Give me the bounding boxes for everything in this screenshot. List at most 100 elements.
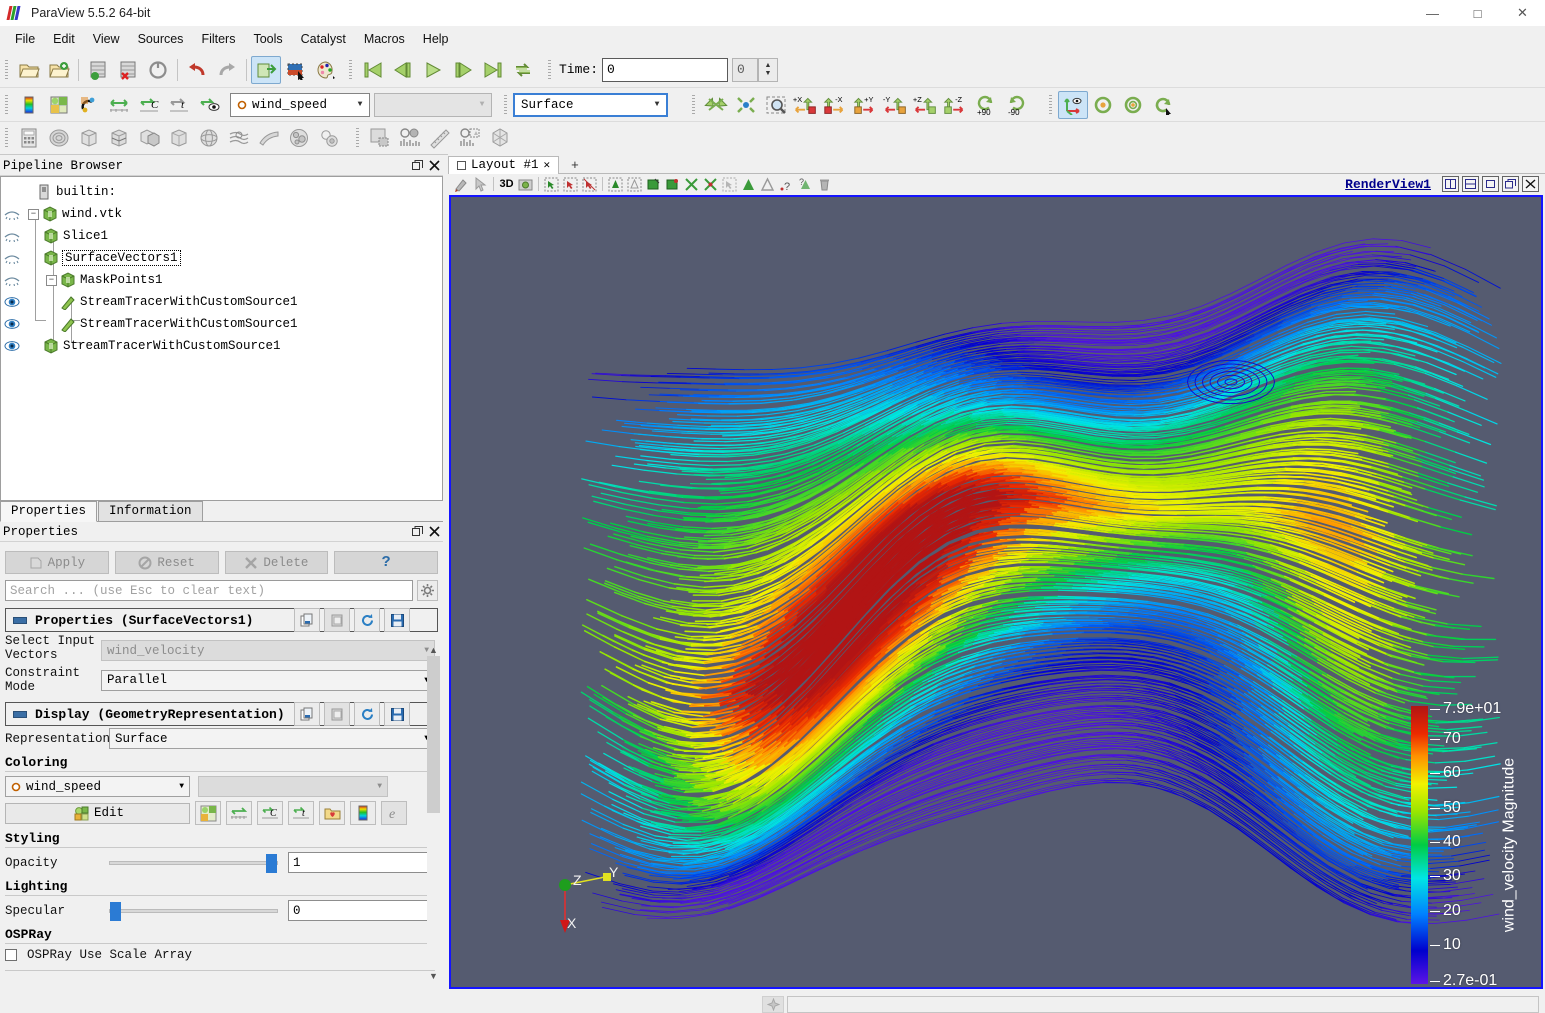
first-frame-button[interactable] bbox=[358, 56, 388, 84]
list-item[interactable]: StreamTracerWithCustomSource1 bbox=[1, 313, 442, 335]
scroll-down-icon[interactable]: ▼ bbox=[427, 969, 440, 982]
scroll-up-icon[interactable]: ▲ bbox=[427, 643, 440, 656]
filters-toolbar-grip[interactable] bbox=[3, 126, 11, 150]
close-button[interactable]: ✕ bbox=[1500, 0, 1545, 26]
split-horizontal-button[interactable] bbox=[1442, 176, 1459, 192]
set-view-minus-y-button[interactable]: -Y bbox=[881, 91, 911, 119]
extract-level-button[interactable] bbox=[314, 124, 344, 152]
plot-selection-button[interactable] bbox=[455, 124, 485, 152]
time-index-stepper[interactable]: ▲▼ bbox=[758, 58, 778, 82]
interactive-select-points-button[interactable] bbox=[701, 175, 720, 193]
copy-display-button[interactable] bbox=[294, 702, 320, 726]
hover-cells-button[interactable] bbox=[739, 175, 758, 193]
help-button[interactable]: ? bbox=[334, 551, 438, 574]
clip-filter-button[interactable] bbox=[74, 124, 104, 152]
reset-session-button[interactable] bbox=[143, 56, 173, 84]
plot-over-line-button[interactable] bbox=[425, 124, 455, 152]
scrollbar-thumb[interactable] bbox=[427, 656, 440, 813]
select-cells-surface-button[interactable] bbox=[542, 175, 561, 193]
show-center-axes-button[interactable] bbox=[1058, 91, 1088, 119]
choose-preset-button[interactable] bbox=[319, 801, 345, 825]
tab-properties[interactable]: Properties bbox=[0, 501, 97, 522]
trash-icon[interactable] bbox=[815, 175, 834, 193]
stream-tracer-button[interactable] bbox=[224, 124, 254, 152]
next-frame-button[interactable] bbox=[448, 56, 478, 84]
select-points-polygon-button[interactable] bbox=[663, 175, 682, 193]
visibility-toggle[interactable] bbox=[1, 247, 23, 269]
edit-color-map-button[interactable]: Edit bbox=[5, 803, 190, 824]
menu-sources[interactable]: Sources bbox=[129, 29, 193, 49]
reset-button[interactable]: Reset bbox=[115, 551, 219, 574]
edit-scalar-bar-button[interactable]: e bbox=[381, 801, 407, 825]
constraint-mode-combo[interactable]: Parallel ▼ bbox=[101, 670, 435, 691]
reset-center-button[interactable] bbox=[1088, 91, 1118, 119]
redo-button[interactable] bbox=[212, 56, 242, 84]
color-legend[interactable]: 7.9e+01 70 60 50 40 30 20 10 2.7e-01 win… bbox=[1411, 706, 1505, 984]
close-icon[interactable]: ✕ bbox=[544, 158, 551, 172]
ospray-scale-array-checkbox[interactable] bbox=[5, 949, 17, 961]
vcr-toolbar-grip[interactable] bbox=[347, 58, 355, 82]
threshold-filter-button[interactable] bbox=[134, 124, 164, 152]
visibility-toggle[interactable] bbox=[1, 203, 23, 225]
copy-properties-button[interactable] bbox=[294, 608, 320, 632]
visibility-toggle[interactable] bbox=[1, 313, 23, 335]
specular-slider[interactable] bbox=[109, 909, 278, 913]
loop-button[interactable] bbox=[508, 56, 538, 84]
new-layout-button[interactable] bbox=[365, 124, 395, 152]
representation-combo[interactable]: Surface ▼ bbox=[513, 93, 668, 117]
render-view[interactable]: 7.9e+01 70 60 50 40 30 20 10 2.7e-01 win… bbox=[449, 195, 1543, 989]
close-view-button[interactable] bbox=[1522, 176, 1539, 192]
rescale-temporal-button[interactable] bbox=[194, 91, 224, 119]
warp-filter-button[interactable] bbox=[254, 124, 284, 152]
minimize-button[interactable]: — bbox=[1410, 0, 1455, 26]
specular-slider-handle[interactable] bbox=[110, 902, 121, 921]
search-input[interactable]: Search ... (use Esc to clear text) bbox=[5, 580, 413, 601]
restore-defaults-button[interactable] bbox=[354, 608, 380, 632]
tab-information[interactable]: Information bbox=[98, 501, 203, 521]
expander-toggle[interactable]: − bbox=[46, 275, 57, 286]
visibility-toggle[interactable] bbox=[1, 291, 23, 313]
orientation-axes-widget[interactable]: X Y Z bbox=[543, 863, 623, 943]
undock-icon[interactable] bbox=[409, 524, 426, 540]
previous-frame-button[interactable] bbox=[388, 56, 418, 84]
color-palette-button[interactable] bbox=[311, 56, 341, 84]
pick-center-button[interactable] bbox=[1118, 91, 1148, 119]
ospray-scale-array-row[interactable]: OSPRay Use Scale Array bbox=[0, 946, 443, 964]
select-cells-frustum-button[interactable] bbox=[580, 175, 599, 193]
save-defaults-button[interactable] bbox=[384, 608, 410, 632]
list-item[interactable]: StreamTracerWithCustomSource1 bbox=[1, 335, 442, 357]
maximize-view-button[interactable] bbox=[1482, 176, 1499, 192]
set-view-minus-x-button[interactable]: -X bbox=[821, 91, 851, 119]
visibility-toggle[interactable] bbox=[1, 181, 23, 203]
menu-catalyst[interactable]: Catalyst bbox=[292, 29, 355, 49]
select-cells-polygon-button[interactable] bbox=[644, 175, 663, 193]
close-icon[interactable] bbox=[426, 524, 443, 540]
set-view-plus-x-button[interactable]: +X bbox=[791, 91, 821, 119]
select-cells-through-button[interactable] bbox=[606, 175, 625, 193]
menu-edit[interactable]: Edit bbox=[44, 29, 84, 49]
undock-view-button[interactable] bbox=[1502, 176, 1519, 192]
list-item[interactable]: builtin: bbox=[1, 181, 442, 203]
camera-button[interactable] bbox=[516, 175, 535, 193]
maximize-button[interactable]: □ bbox=[1455, 0, 1500, 26]
calculator-filter-button[interactable] bbox=[14, 124, 44, 152]
selection-query-button[interactable]: ? bbox=[796, 175, 815, 193]
interactive-select-cells-button[interactable] bbox=[682, 175, 701, 193]
plot-over-time-button[interactable] bbox=[395, 124, 425, 152]
edit-color-map-icon-button[interactable] bbox=[195, 801, 221, 825]
representation-property-combo[interactable]: Surface ▼ bbox=[109, 728, 435, 749]
paste-display-button[interactable] bbox=[324, 702, 350, 726]
menu-filters[interactable]: Filters bbox=[192, 29, 244, 49]
rescale-to-visible-button[interactable]: t bbox=[164, 91, 194, 119]
set-view-minus-z-button[interactable]: -Z bbox=[941, 91, 971, 119]
restore-display-defaults-button[interactable] bbox=[354, 702, 380, 726]
list-item[interactable]: − wind.vtk bbox=[1, 203, 442, 225]
menu-file[interactable]: File bbox=[6, 29, 44, 49]
connect-server-button[interactable] bbox=[83, 56, 113, 84]
menu-view[interactable]: View bbox=[84, 29, 129, 49]
disconnect-server-button[interactable] bbox=[113, 56, 143, 84]
add-layout-button[interactable]: + bbox=[559, 156, 591, 173]
gear-icon[interactable] bbox=[417, 580, 438, 601]
rescale-time-button[interactable]: t bbox=[288, 801, 314, 825]
group-datasets-button[interactable] bbox=[284, 124, 314, 152]
